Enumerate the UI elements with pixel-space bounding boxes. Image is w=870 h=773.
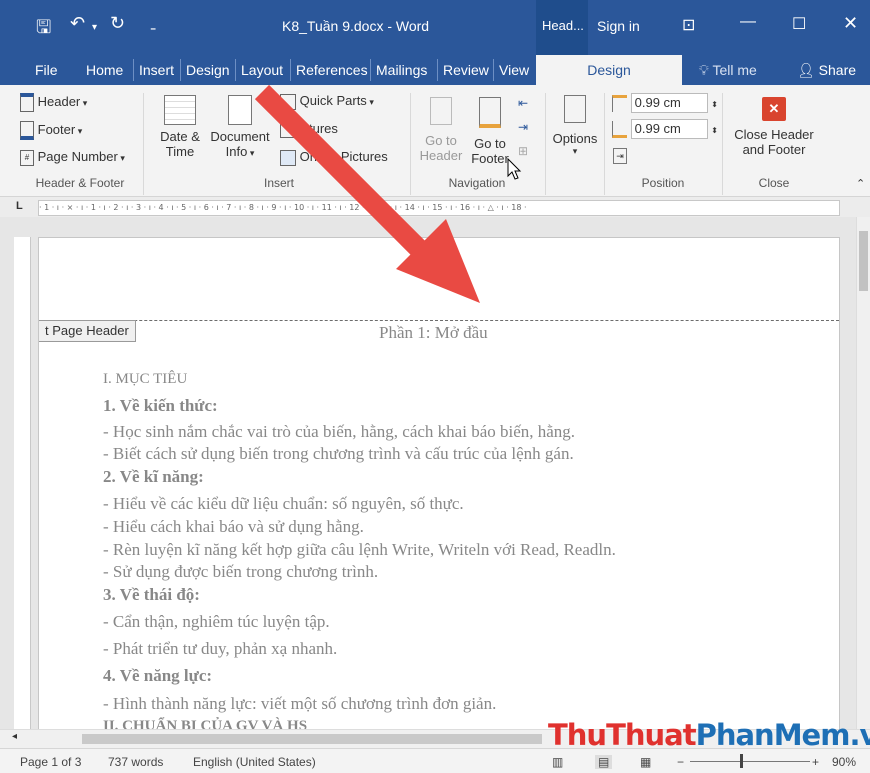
zoom-in-icon[interactable]: + [812,755,819,769]
scroll-thumb-horizontal[interactable] [82,734,542,744]
language-indicator[interactable]: English (United States) [193,755,316,769]
page-indicator[interactable]: Page 1 of 3 [20,755,81,769]
web-layout-icon[interactable]: ▦ [640,755,651,769]
scroll-left-icon[interactable]: ◂ [12,731,17,742]
print-layout-icon[interactable]: ▤ [595,755,613,769]
watermark-part-3: .vn [849,718,870,752]
zoom-level[interactable]: 90% [832,755,856,769]
word-count[interactable]: 737 words [108,755,163,769]
vertical-scrollbar[interactable] [856,217,870,729]
read-mode-icon[interactable]: ▥ [552,755,563,769]
site-watermark-logo: ThuThuatPhanMem.vn [548,718,870,752]
zoom-out-icon[interactable]: − [677,755,684,769]
red-arrow-annotation [254,84,480,303]
scroll-thumb[interactable] [859,231,868,291]
mouse-cursor-icon [507,158,522,180]
zoom-slider-thumb[interactable] [740,754,743,768]
watermark-part-2: PhanMem [695,718,851,752]
zoom-slider[interactable] [690,761,810,762]
watermark-part-1: ThuThuat [548,718,697,752]
